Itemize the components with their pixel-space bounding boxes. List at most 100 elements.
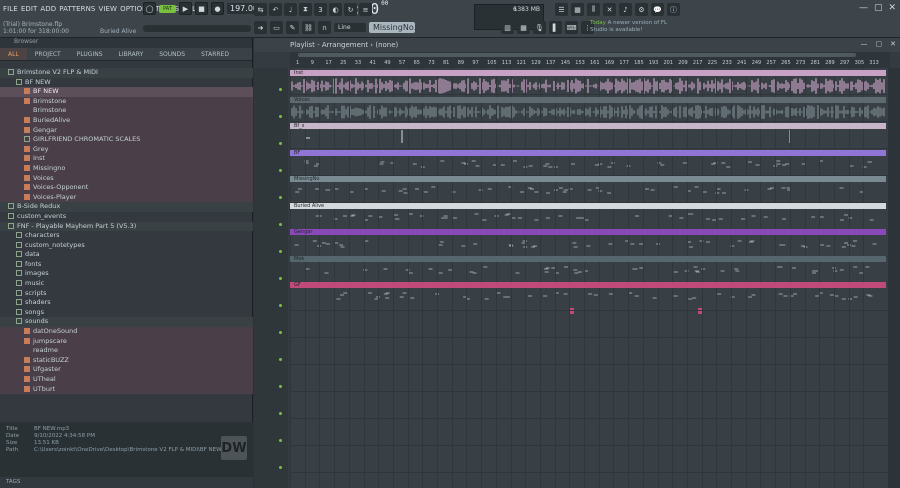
browser-tab-library[interactable]: LIBRARY — [111, 48, 152, 60]
clip-header[interactable]: Voices — [290, 97, 886, 103]
menu-item-edit[interactable]: EDIT — [21, 5, 38, 13]
track-mute-led[interactable] — [279, 115, 282, 118]
browser-tab-project[interactable]: PROJECT — [27, 48, 69, 60]
browser-item[interactable]: data — [0, 250, 253, 260]
track-mute-led[interactable] — [279, 385, 282, 388]
keyboard-icon[interactable]: ⌨ — [565, 21, 578, 34]
track-lane[interactable] — [290, 338, 888, 365]
browser-item[interactable]: custom_notetypes — [0, 241, 253, 251]
track-mute-led[interactable] — [279, 331, 282, 334]
browser-item[interactable]: music — [0, 279, 253, 289]
grid-icon[interactable]: ▦ — [517, 21, 530, 34]
browser-item[interactable]: jumpscare — [0, 336, 253, 347]
track-lane[interactable] — [290, 446, 888, 473]
browser-item[interactable]: Brimstone — [0, 106, 253, 116]
current-channel[interactable]: MissingNo... — [369, 22, 415, 33]
clip-header[interactable]: Mok — [290, 256, 886, 262]
menu-item-patterns[interactable]: PATTERNS — [59, 5, 95, 13]
close-window-icon[interactable]: ✕ — [888, 3, 896, 13]
horizontal-scroller[interactable] — [298, 53, 856, 57]
browser-item[interactable]: Voices-Opponent — [0, 183, 253, 193]
clip-header[interactable]: Bf_s — [290, 123, 886, 129]
browser-item[interactable]: shaders — [0, 298, 253, 308]
wait-icon[interactable]: ⧗ — [299, 3, 312, 16]
maximize-icon[interactable]: ▢ — [874, 3, 883, 13]
track-lane[interactable] — [290, 365, 888, 392]
microphone-icon[interactable]: 🎙 — [533, 21, 546, 34]
piano-roll-icon[interactable]: ♪ — [619, 3, 632, 16]
browser-item[interactable]: B-Side Redux — [0, 202, 253, 212]
track-mute-led[interactable] — [279, 412, 282, 415]
menu-item-add[interactable]: ADD — [40, 5, 56, 13]
browser-item[interactable]: Voices-Player — [0, 192, 253, 203]
link-icon[interactable]: ⛓ — [302, 21, 315, 34]
blend-icon[interactable]: ◐ — [329, 3, 342, 16]
browser-item[interactable]: BF NEW — [0, 78, 253, 88]
track-mute-led[interactable] — [279, 250, 282, 253]
track-mute-led[interactable] — [279, 142, 282, 145]
browser-item[interactable]: Ufgaster — [0, 365, 253, 375]
track-mute-led[interactable] — [279, 304, 282, 307]
browser-item[interactable]: BuriedAlive — [0, 115, 253, 126]
menu-item-view[interactable]: VIEW — [98, 5, 117, 13]
timeline-ruler[interactable]: 1 9 17 25 33 41 49 57 65 73 81 89 97 105 113 121 129 137 1… — [290, 52, 890, 68]
stop-button[interactable]: ■ — [195, 2, 208, 15]
browser-item[interactable]: scripts — [0, 289, 253, 299]
channel-rack-icon[interactable]: ▦ — [571, 3, 584, 16]
pattern-song-toggle[interactable]: PAT — [159, 4, 176, 13]
browser-tab-sounds[interactable]: SOUNDS — [151, 48, 193, 60]
playlist-icon[interactable]: ☰ — [555, 3, 568, 16]
browser-item[interactable]: GIRLFRIEND CHROMATIC SCALES — [0, 135, 253, 145]
track-lane[interactable] — [290, 419, 888, 446]
metronome-icon[interactable]: ♩ — [284, 3, 297, 16]
browser-item[interactable]: UTburt — [0, 384, 253, 395]
vertical-scrollbar[interactable] — [888, 68, 900, 488]
news-panel[interactable]: Today A newer version of FL Studio is av… — [590, 20, 670, 34]
browser-tab-starred[interactable]: STARRED — [193, 48, 237, 60]
clip-header[interactable]: Gengar — [290, 229, 886, 235]
browser-item[interactable]: Inst — [0, 154, 253, 164]
browser-item[interactable]: images — [0, 269, 253, 279]
browser-item[interactable]: sounds — [0, 317, 253, 328]
browser-item[interactable]: datOneSound — [0, 327, 253, 337]
track-mute-led[interactable] — [279, 169, 282, 172]
pencil-icon[interactable]: ✎ — [286, 21, 299, 34]
record-mode-icon[interactable]: ◯ — [143, 2, 156, 15]
minimize-icon[interactable]: — — [859, 3, 868, 13]
browser-item[interactable]: readme — [0, 346, 253, 356]
play-button[interactable]: ▶ — [179, 2, 192, 15]
info-icon[interactable]: ⓘ — [667, 3, 680, 16]
track-mute-led[interactable] — [279, 223, 282, 226]
track-lane[interactable] — [290, 392, 888, 419]
track-lane[interactable] — [290, 284, 888, 311]
tags-bar[interactable]: TAGS — [0, 477, 253, 488]
browser-tab-plugins[interactable]: PLUGINS — [69, 48, 111, 60]
track-mute-led[interactable] — [279, 277, 282, 280]
snap-select[interactable]: Line — [334, 23, 366, 32]
browser-item[interactable]: BF NEW — [0, 87, 253, 97]
countdown-icon[interactable]: 3 — [314, 3, 327, 16]
mixer-icon[interactable]: ⫼ — [587, 3, 600, 16]
step-icon[interactable]: ≡ — [359, 3, 372, 16]
browser-item[interactable]: songs — [0, 308, 253, 318]
arrow-icon[interactable]: ➜ — [254, 21, 267, 34]
close-playlist-icon[interactable]: ✕ — [890, 40, 896, 48]
layout-icon[interactable]: ▭ — [270, 21, 283, 34]
track-mute-led[interactable] — [279, 358, 282, 361]
browser-item[interactable]: Brimstone — [0, 96, 253, 107]
track-mute-led[interactable] — [279, 466, 282, 469]
track-lanes[interactable]: Inst Voices Bf_s BF MissingNo Buried Alive Gen… — [290, 68, 888, 488]
track-mute-led[interactable] — [279, 196, 282, 199]
undo-icon[interactable]: ↶ — [269, 3, 282, 16]
browser-item[interactable]: custom_events — [0, 212, 253, 222]
track-mute-led[interactable] — [279, 439, 282, 442]
loop-icon[interactable]: ↻ — [344, 3, 357, 16]
record-button[interactable]: ● — [211, 2, 224, 15]
browser-item[interactable]: Brimstone V2 FLP & MIDI — [0, 68, 253, 78]
browser-item[interactable]: UTheal — [0, 375, 253, 385]
browser-item[interactable]: Missingno — [0, 163, 253, 174]
pattern-icon[interactable]: ▥ — [501, 21, 514, 34]
browser-item[interactable]: Gengar — [0, 125, 253, 136]
minimize-playlist-icon[interactable]: — — [861, 40, 868, 48]
master-pitch-slider[interactable] — [143, 25, 251, 32]
